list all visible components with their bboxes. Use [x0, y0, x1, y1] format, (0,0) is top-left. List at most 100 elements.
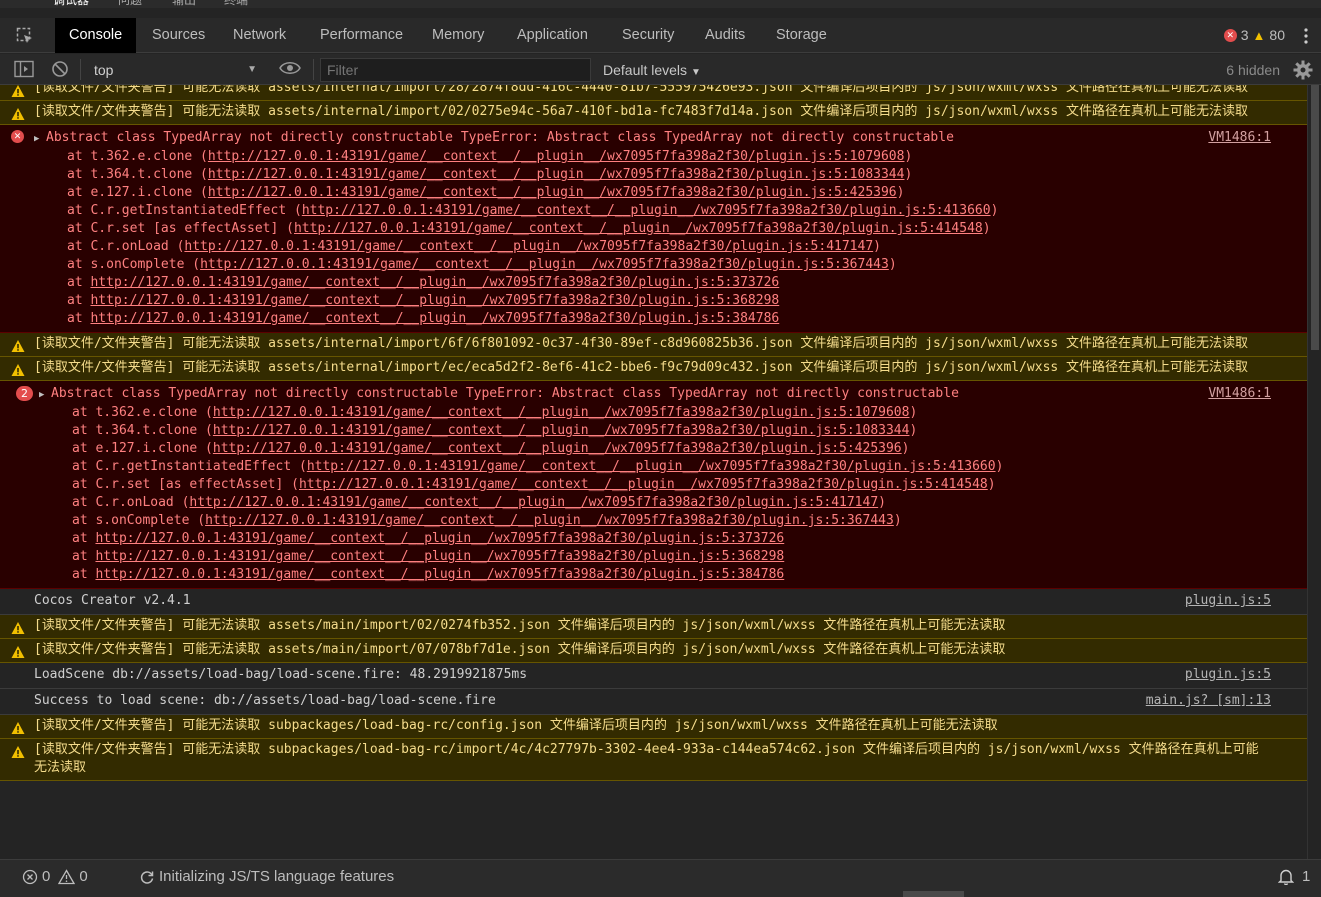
frame-link[interactable]: http://127.0.0.1:43191/game/__context__/… — [90, 293, 779, 308]
error-header[interactable]: ▶ Abstract class TypedArray not directly … — [39, 385, 1271, 404]
issue-counter[interactable]: ✕ 3 ▲ 80 — [1223, 27, 1285, 43]
more-options-icon[interactable] — [1304, 27, 1308, 45]
toolbar-divider — [80, 59, 81, 80]
frame-suffix: ) — [901, 441, 910, 456]
frame-suffix: ) — [888, 257, 897, 272]
status-message: Initializing JS/TS language features — [159, 868, 395, 885]
frame-link[interactable]: http://127.0.0.1:43191/game/__context__/… — [208, 167, 905, 182]
panel-tab-terminal[interactable]: 终端 — [224, 0, 248, 8]
warning-message[interactable]: [读取文件/文件夹警告] 可能无法读取 assets/main/import/0… — [0, 615, 1307, 639]
frame-link[interactable]: http://127.0.0.1:43191/game/__context__/… — [213, 423, 910, 438]
context-selector[interactable]: top ▼ — [85, 58, 265, 82]
stack-frame: at http://127.0.0.1:43191/game/__context… — [39, 548, 1271, 566]
console-toolbar: top ▼ Default levels ▼ 6 hidden — [0, 54, 1321, 85]
frame-prefix: at C.r.set [as effectAsset] ( — [67, 221, 294, 236]
tab-application[interactable]: Application — [517, 18, 588, 53]
frame-link[interactable]: http://127.0.0.1:43191/game/__context__/… — [307, 459, 996, 474]
error-message[interactable]: ✕ ▶ Abstract class TypedArray not directly… — [0, 125, 1307, 333]
sync-spinner-icon — [140, 870, 154, 884]
panel-tab-output[interactable]: 输出 — [172, 0, 196, 8]
warning-icon — [11, 721, 25, 735]
scrollbar-thumb[interactable] — [1311, 85, 1319, 350]
tab-security[interactable]: Security — [622, 18, 674, 53]
frame-link[interactable]: http://127.0.0.1:43191/game/__context__/… — [90, 311, 779, 326]
frame-link[interactable]: http://127.0.0.1:43191/game/__context__/… — [294, 221, 983, 236]
expand-triangle-icon[interactable]: ▶ — [39, 386, 51, 404]
frame-prefix: at s.onComplete ( — [72, 513, 206, 528]
frame-link[interactable]: http://127.0.0.1:43191/game/__context__/… — [189, 495, 878, 510]
vertical-scrollbar[interactable] — [1307, 85, 1321, 859]
frame-suffix: ) — [873, 239, 881, 254]
sidebar-toggle-icon[interactable] — [14, 60, 34, 78]
frame-link[interactable]: http://127.0.0.1:43191/game/__context__/… — [208, 149, 905, 164]
warning-message[interactable]: [读取文件/文件夹警告] 可能无法读取 assets/internal/impo… — [0, 357, 1307, 381]
clear-console-icon[interactable] — [51, 60, 69, 78]
frame-suffix: ) — [909, 423, 918, 438]
frame-link[interactable]: http://127.0.0.1:43191/game/__context__/… — [213, 405, 910, 420]
tab-console[interactable]: Console — [55, 18, 137, 53]
frame-link[interactable]: http://127.0.0.1:43191/game/__context__/… — [200, 257, 889, 272]
source-link[interactable]: VM1486:1 — [1208, 129, 1271, 147]
log-message[interactable]: Success to load scene: db://assets/load-… — [0, 689, 1307, 715]
frame-prefix: at C.r.getInstantiatedEffect ( — [67, 203, 302, 218]
frame-link[interactable]: http://127.0.0.1:43191/game/__context__/… — [95, 531, 784, 546]
frame-suffix: ) — [896, 185, 905, 200]
stack-frame: at C.r.set [as effectAsset] (http://127.… — [39, 476, 1271, 494]
tab-performance[interactable]: Performance — [320, 18, 403, 53]
source-link[interactable]: main.js? [sm]:13 — [1146, 692, 1271, 710]
tab-sources[interactable]: Sources — [152, 18, 205, 53]
expand-triangle-icon[interactable]: ▶ — [34, 130, 46, 148]
horizontal-scrollbar-thumb[interactable] — [903, 891, 964, 897]
log-levels-dropdown[interactable]: Default levels ▼ — [603, 58, 701, 82]
problems-indicator[interactable]: 0 0 — [22, 868, 88, 885]
error-header[interactable]: ▶ Abstract class TypedArray not directly … — [34, 129, 1271, 148]
frame-prefix: at — [67, 293, 91, 308]
message-text: [读取文件/文件夹警告] 可能无法读取 subpackages/load-bag… — [34, 742, 1259, 775]
inspect-element-icon[interactable] — [16, 27, 34, 45]
frame-link[interactable]: http://127.0.0.1:43191/game/__context__/… — [184, 239, 873, 254]
frame-link[interactable]: http://127.0.0.1:43191/game/__context__/… — [208, 185, 897, 200]
frame-prefix: at t.362.e.clone ( — [67, 149, 208, 164]
warning-message[interactable]: [读取文件/文件夹警告] 可能无法读取 assets/internal/impo… — [0, 85, 1307, 101]
error-icon: ✕ — [1223, 28, 1237, 42]
warning-message[interactable]: [读取文件/文件夹警告] 可能无法读取 subpackages/load-bag… — [0, 715, 1307, 739]
panel-tab-debugger[interactable]: 调试器 — [53, 0, 89, 8]
frame-link[interactable]: http://127.0.0.1:43191/game/__context__/… — [90, 275, 779, 290]
panel-tab-problems[interactable]: 问题 — [118, 0, 142, 8]
stack-frame: at t.364.t.clone (http://127.0.0.1:43191… — [39, 422, 1271, 440]
frame-link[interactable]: http://127.0.0.1:43191/game/__context__/… — [95, 549, 784, 564]
frame-suffix: ) — [904, 149, 913, 164]
live-expression-eye-icon[interactable] — [279, 60, 301, 76]
frame-link[interactable]: http://127.0.0.1:43191/game/__context__/… — [302, 203, 991, 218]
stack-frame: at t.362.e.clone (http://127.0.0.1:43191… — [34, 148, 1271, 166]
source-link[interactable]: plugin.js:5 — [1185, 592, 1271, 610]
tab-network[interactable]: Network — [233, 18, 286, 53]
console-settings-gear-icon[interactable] — [1293, 60, 1313, 80]
frame-link[interactable]: http://127.0.0.1:43191/game/__context__/… — [213, 441, 902, 456]
stack-frame: at http://127.0.0.1:43191/game/__context… — [39, 530, 1271, 548]
stack-frame: at s.onComplete (http://127.0.0.1:43191/… — [34, 256, 1271, 274]
frame-link[interactable]: http://127.0.0.1:43191/game/__context__/… — [95, 567, 784, 582]
warning-message[interactable]: [读取文件/文件夹警告] 可能无法读取 assets/main/import/0… — [0, 639, 1307, 663]
log-levels-label: Default levels — [603, 62, 688, 78]
log-message[interactable]: Cocos Creator v2.4.1 plugin.js:5 — [0, 589, 1307, 615]
frame-link[interactable]: http://127.0.0.1:43191/game/__context__/… — [299, 477, 988, 492]
tab-storage[interactable]: Storage — [776, 18, 827, 53]
warning-message[interactable]: [读取文件/文件夹警告] 可能无法读取 assets/internal/impo… — [0, 101, 1307, 125]
frame-suffix: ) — [878, 495, 886, 510]
warning-message[interactable]: [读取文件/文件夹警告] 可能无法读取 subpackages/load-bag… — [0, 739, 1307, 781]
notifications-button[interactable]: 1 — [1278, 868, 1310, 885]
tab-memory[interactable]: Memory — [432, 18, 484, 53]
stack-frame: at http://127.0.0.1:43191/game/__context… — [34, 292, 1271, 310]
log-message[interactable]: LoadScene db://assets/load-bag/load-scen… — [0, 663, 1307, 689]
frame-link[interactable]: http://127.0.0.1:43191/game/__context__/… — [205, 513, 894, 528]
frame-prefix: at C.r.set [as effectAsset] ( — [72, 477, 299, 492]
error-message[interactable]: 2 ▶ Abstract class TypedArray not directly… — [0, 381, 1307, 589]
tab-audits[interactable]: Audits — [705, 18, 745, 53]
dropdown-caret-icon: ▼ — [247, 64, 257, 75]
warning-icon — [11, 621, 25, 635]
source-link[interactable]: plugin.js:5 — [1185, 666, 1271, 684]
warning-message[interactable]: [读取文件/文件夹警告] 可能无法读取 assets/internal/impo… — [0, 333, 1307, 357]
filter-input[interactable] — [320, 58, 591, 82]
source-link[interactable]: VM1486:1 — [1208, 385, 1271, 403]
